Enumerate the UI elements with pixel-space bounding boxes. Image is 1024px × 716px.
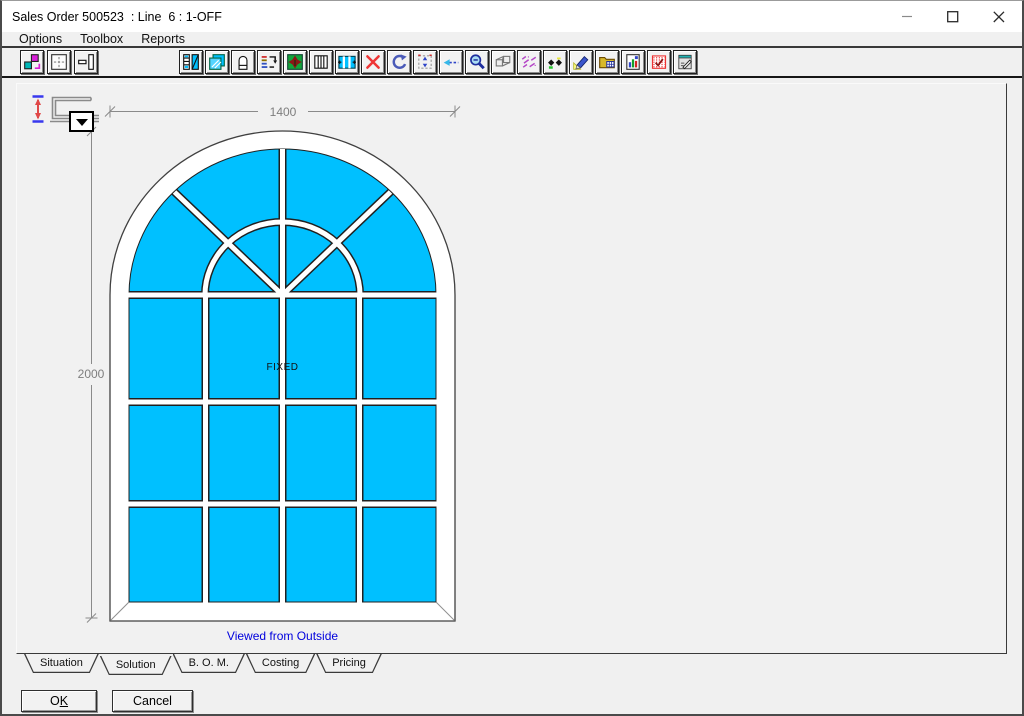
delete-icon [366, 55, 380, 69]
toolbar-button-frame-dimension[interactable] [47, 50, 71, 74]
toolbar-button-nudge-left[interactable] [439, 50, 463, 74]
maximize-button[interactable] [930, 1, 976, 32]
menu-reports[interactable]: Reports [132, 32, 194, 47]
toolbar-button-undo[interactable] [387, 50, 411, 74]
tab-bom[interactable]: B. O. M. [173, 654, 245, 673]
frame-style-icon [183, 54, 199, 70]
undo-icon [392, 54, 407, 69]
component-library-icon [599, 56, 615, 69]
toolbar-button-void-grid[interactable] [647, 50, 671, 74]
toolbar-button-glazing[interactable] [205, 50, 229, 74]
profile-dropdown-button[interactable] [69, 111, 94, 132]
toolbar-button-view-3d[interactable] [491, 50, 515, 74]
toolbar-button-vent-lock[interactable] [231, 50, 255, 74]
toolbar-button-frame-style[interactable] [179, 50, 203, 74]
minimize-icon [901, 15, 912, 18]
toolbar-button-highlight-marker[interactable] [569, 50, 593, 74]
menu-options[interactable]: Options [10, 32, 71, 47]
toolbar-button-memo-notes[interactable] [673, 50, 697, 74]
toolbar-button-component-library[interactable] [595, 50, 619, 74]
dim-points-icon [548, 57, 562, 69]
louvre-icon [314, 55, 328, 69]
window-title: Sales Order 500523 : Line 6 : 1-OFF [12, 9, 222, 24]
tab-situation[interactable]: Situation [24, 654, 99, 673]
menu-toolbox[interactable]: Toolbox [71, 32, 132, 47]
memo-notes-icon [678, 54, 692, 70]
view-3d-icon [495, 55, 511, 67]
panel-insert-icon [78, 54, 94, 70]
toolbar [2, 48, 1022, 78]
minimize-button[interactable] [884, 1, 930, 32]
toolbar-button-delete[interactable] [361, 50, 385, 74]
georgian-bars-icon [338, 55, 356, 69]
glazing-icon [209, 54, 225, 70]
toolbar-button-sketch[interactable] [517, 50, 541, 74]
sales-order-window: Sales Order 500523 : Line 6 : 1-OFF Opti… [0, 0, 1024, 716]
toolbar-button-louvre[interactable] [309, 50, 333, 74]
close-icon [993, 10, 1005, 22]
spec-options-icon [261, 56, 278, 68]
nudge-left-icon [443, 59, 459, 66]
highlight-marker-icon [573, 55, 589, 70]
toolbar-button-frame-cascade[interactable] [20, 50, 44, 74]
void-grid-icon [651, 55, 667, 69]
frame-cascade-icon [24, 54, 41, 70]
toolbar-button-spec-options[interactable] [257, 50, 281, 74]
toolbar-button-dim-points[interactable] [543, 50, 567, 74]
vent-lock-icon [238, 55, 248, 70]
dropdown-arrow-icon [75, 118, 88, 126]
maximize-icon [947, 10, 959, 22]
hardware-icon [287, 54, 303, 70]
tab-solution[interactable]: Solution [100, 656, 172, 675]
cancel-button[interactable]: Cancel [112, 690, 193, 712]
menubar: Options Toolbox Reports [2, 32, 1022, 48]
close-button[interactable] [976, 1, 1022, 32]
toolbar-button-zoom[interactable] [465, 50, 489, 74]
tabstrip: Situation Solution B. O. M. Costing Pric… [24, 654, 1022, 678]
titlebar: Sales Order 500523 : Line 6 : 1-OFF [2, 1, 1022, 32]
tab-costing[interactable]: Costing [246, 654, 315, 673]
sketch-icon [521, 55, 537, 68]
toolbar-button-panel-insert[interactable] [74, 50, 98, 74]
toolbar-button-stretch[interactable] [413, 50, 437, 74]
design-canvas[interactable] [16, 83, 1007, 654]
stretch-icon [418, 54, 432, 69]
toolbar-button-report-chart[interactable] [621, 50, 645, 74]
tab-pricing[interactable]: Pricing [316, 654, 382, 673]
zoom-icon [470, 54, 485, 70]
toolbar-button-hardware[interactable] [283, 50, 307, 74]
toolbar-button-georgian-bars[interactable] [335, 50, 359, 74]
ok-button[interactable]: OK [21, 690, 97, 712]
report-chart-icon [626, 54, 640, 70]
frame-dimension-icon [51, 54, 67, 70]
